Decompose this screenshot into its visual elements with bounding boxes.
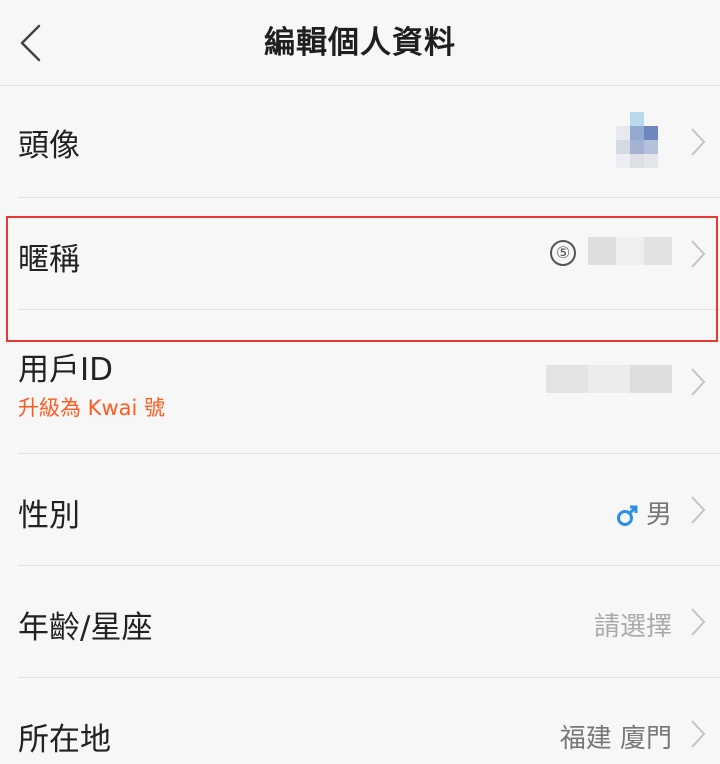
user-id-row[interactable]: 用戶ID 升級為 Kwai 號 [0,310,720,454]
gender-label: 性別 [18,498,80,534]
avatar-label: 頭像 [18,128,80,164]
age-zodiac-row[interactable]: 年齡/星座 請選擇 [0,566,720,678]
top-bar: 編輯個人資料 [0,0,720,86]
page-title: 編輯個人資料 [264,25,456,61]
upgrade-kwai-link[interactable]: 升級為 Kwai 號 [18,392,165,422]
chevron-right-icon [691,368,706,396]
location-label: 所在地 [18,722,111,758]
avatar-image[interactable] [616,112,658,168]
gender-value: 男 [645,500,672,530]
nickname-row[interactable]: 暱稱 ⑤ [0,198,720,310]
age-zodiac-value: 請選擇 [593,612,672,642]
location-value: 福建 廈門 [559,724,672,754]
user-id-value-redacted [546,365,672,393]
nickname-value-redacted [588,237,672,265]
gender-value-wrap: 男 [616,494,672,531]
edit-profile-screen: 編輯個人資料 頭像 暱稱 ⑤ 用戶ID 升級為 Kwai 號 性別 男 年齡/星… [0,0,720,764]
location-row[interactable]: 所在地 福建 廈門 [0,678,720,764]
age-zodiac-label: 年齡/星座 [18,610,153,646]
male-icon [616,505,638,526]
chevron-right-icon [691,720,706,748]
nickname-label: 暱稱 [18,242,80,278]
chevron-right-icon [691,128,706,156]
chevron-right-icon [691,496,706,524]
chevron-right-icon [691,608,706,636]
avatar-row[interactable]: 頭像 [0,86,720,198]
gender-row[interactable]: 性別 男 [0,454,720,566]
user-id-label: 用戶ID [18,352,114,388]
nickname-badge: ⑤ [550,240,576,266]
chevron-right-icon [691,240,706,268]
